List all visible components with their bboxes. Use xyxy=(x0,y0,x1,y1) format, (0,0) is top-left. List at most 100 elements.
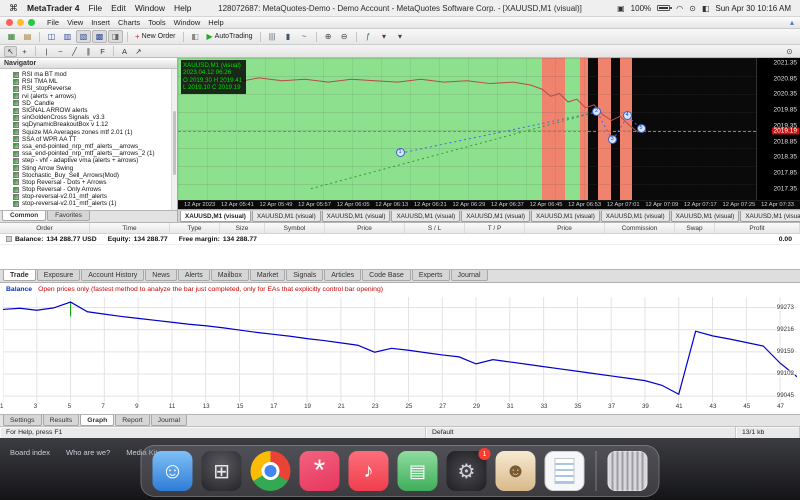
mt4-menu-insert[interactable]: Insert xyxy=(91,18,110,27)
terminal-tab-journal[interactable]: Journal xyxy=(451,270,488,281)
mac-menu-edit[interactable]: Edit xyxy=(111,3,126,13)
search-button[interactable]: ⊙ xyxy=(783,46,796,57)
dock-music[interactable]: ♪ xyxy=(349,451,389,491)
status-profile[interactable]: Default xyxy=(426,427,736,438)
chart-tab-xauusd-m1-visual[interactable]: XAUUSD,M1 (visual) xyxy=(322,211,391,222)
tester-tab-results[interactable]: Results xyxy=(43,415,80,426)
tester-tab-graph[interactable]: Graph xyxy=(80,415,114,426)
chart-tab-xauusd-m1-visual[interactable]: XAUUSD,M1 (visual) xyxy=(601,211,670,222)
tester-plot[interactable]: 9927399216991599910299045 xyxy=(3,297,797,402)
zoom-button[interactable] xyxy=(28,19,35,26)
strategy-tester-button[interactable]: ◨ xyxy=(108,30,123,43)
scrollbar-thumb[interactable] xyxy=(173,111,176,174)
trade-marker[interactable]: 3 xyxy=(608,135,617,144)
cursor-button[interactable]: ↖ xyxy=(4,46,17,57)
chart-tab-xauusd-m1-visual[interactable]: XAUUSD,M1 (visual) xyxy=(252,211,321,222)
spotlight-icon[interactable]: ⊙ xyxy=(689,4,696,13)
background-link-who-are-we[interactable]: Who are we? xyxy=(66,448,110,457)
close-button[interactable] xyxy=(6,19,13,26)
terminal-tab-account-history[interactable]: Account History xyxy=(81,270,144,281)
chart-tab-xauusd-m1-visual[interactable]: XAUUSD,M1 (visual) xyxy=(671,211,740,222)
navigator-item[interactable]: Sting Arrow Swing xyxy=(0,164,177,171)
chart-tab-xauusd-m1-visual[interactable]: XAUUSD,M1 (visual) xyxy=(391,211,460,222)
trade-marker[interactable]: 2 xyxy=(592,107,601,116)
data-window-button[interactable]: ▥ xyxy=(60,30,75,43)
input-menu-icon[interactable]: ▣ xyxy=(617,4,625,13)
dock-system-preferences[interactable]: ⚙1 xyxy=(447,451,487,491)
navigator-tab-favorites[interactable]: Favorites xyxy=(47,211,90,221)
trade-marker[interactable]: 5 xyxy=(637,124,646,133)
chart-tab-xauusd-m1-visual[interactable]: XAUUSD,M1 (visual) xyxy=(740,211,800,222)
navigator-item[interactable]: SSA of WPR AA TT xyxy=(0,136,177,143)
navigator-item[interactable]: stop-reversal-v2.01_mtf_alerts xyxy=(0,193,177,200)
terminal-tab-trade[interactable]: Trade xyxy=(3,270,36,281)
chart-tab-xauusd-m1-visual[interactable]: XAUUSD,M1 (visual) xyxy=(531,211,600,222)
text-button[interactable]: A xyxy=(118,46,131,57)
terminal-tab-market[interactable]: Market xyxy=(250,270,285,281)
dock-trash[interactable] xyxy=(608,451,648,491)
trade-marker[interactable]: 1 xyxy=(396,148,405,157)
crosshair-button[interactable]: + xyxy=(18,46,31,57)
zoom-out-button[interactable]: ⊖ xyxy=(337,30,352,43)
tester-tab-report[interactable]: Report xyxy=(115,415,149,426)
dock-document[interactable] xyxy=(545,451,585,491)
minimize-button[interactable] xyxy=(17,19,24,26)
terminal-tab-mailbox[interactable]: Mailbox xyxy=(211,270,249,281)
navigator-item[interactable]: SD_Candle xyxy=(0,100,177,107)
terminal-tab-experts[interactable]: Experts xyxy=(412,270,450,281)
mt4-menu-tools[interactable]: Tools xyxy=(148,18,166,27)
horizontal-line-button[interactable]: − xyxy=(54,46,67,57)
dock-contacts[interactable]: ☻ xyxy=(496,451,536,491)
chart-tab-xauusd-m1-visual[interactable]: XAUUSD,M1 (visual) xyxy=(180,211,251,222)
mac-clock[interactable]: Sun Apr 30 10:16 AM xyxy=(715,4,791,13)
apple-menu-icon[interactable]: ⌘ xyxy=(9,3,18,14)
navigator-item[interactable]: Stochastic_Buy_Sell_Arrows(Mod) xyxy=(0,172,177,179)
terminal-tab-exposure[interactable]: Exposure xyxy=(37,270,81,281)
autotrading-button[interactable]: ▶AutoTrading xyxy=(204,30,256,43)
navigator-item[interactable]: ssa_end-pointed_nrp_mtf_alerts__arrows_ xyxy=(0,143,177,150)
terminal-button[interactable]: ▩ xyxy=(92,30,107,43)
arrows-button[interactable]: ↗ xyxy=(132,46,145,57)
time-axis[interactable]: 12 Apr 202312 Apr 05:4112 Apr 05:4912 Ap… xyxy=(178,200,800,209)
mt4-menu-view[interactable]: View xyxy=(67,18,83,27)
navigator-item[interactable]: sinGoldenCross Signals_v3.3 xyxy=(0,114,177,121)
terminal-tab-articles[interactable]: Articles xyxy=(324,270,361,281)
indicators-button[interactable]: ƒ xyxy=(361,30,376,43)
mt4-menu-file[interactable]: File xyxy=(47,18,59,27)
navigator-item[interactable]: Squize MA Averages zones mtf 2.01 (1) xyxy=(0,129,177,136)
new-order-button[interactable]: +New Order xyxy=(132,30,179,43)
navigator-item[interactable]: RSI_stopReverse xyxy=(0,85,177,92)
navigator-item[interactable]: SIGNAL ARROW alerts xyxy=(0,107,177,114)
chart-bars-button[interactable]: ||| xyxy=(265,30,280,43)
chart-candles-button[interactable]: ▮ xyxy=(281,30,296,43)
metaeditor-button[interactable]: ◧ xyxy=(188,30,203,43)
terminal-tab-signals[interactable]: Signals xyxy=(286,270,323,281)
new-chart-button[interactable]: ▦ xyxy=(4,30,19,43)
navigator-tab-common[interactable]: Common xyxy=(2,211,46,221)
mac-menu-file[interactable]: File xyxy=(88,3,102,13)
fibonacci-button[interactable]: F xyxy=(96,46,109,57)
timeframes-button[interactable]: ▾ xyxy=(377,30,392,43)
dock-chrome[interactable] xyxy=(251,451,291,491)
navigator-item[interactable]: step - vhf - adaptive vma (alerts + arro… xyxy=(0,157,177,164)
dock-launchpad[interactable]: ⊞ xyxy=(202,451,242,491)
wifi-icon[interactable]: ◠ xyxy=(676,4,683,13)
mt4-menu-window[interactable]: Window xyxy=(174,18,201,27)
navigator-item[interactable]: Stop Reversal - Only Arrows xyxy=(0,186,177,193)
navigator-item[interactable]: sqDynamicBreakoutBox v 1.12 xyxy=(0,121,177,128)
tester-tab-journal[interactable]: Journal xyxy=(151,415,187,426)
chart-line-button[interactable]: ~ xyxy=(297,30,312,43)
profiles-button[interactable]: ▤ xyxy=(20,30,35,43)
mt4-menu-charts[interactable]: Charts xyxy=(118,18,140,27)
channel-button[interactable]: ∥ xyxy=(82,46,95,57)
terminal-tab-alerts[interactable]: Alerts xyxy=(178,270,210,281)
vertical-line-button[interactable]: | xyxy=(40,46,53,57)
panel-toggle-icon[interactable]: ▴ xyxy=(790,18,794,27)
navigator-item[interactable]: stop-reversal-v2.01_mtf_alerts (1) xyxy=(0,200,177,207)
navigator-item[interactable]: rvi (alerts + arrows) xyxy=(0,93,177,100)
market-watch-button[interactable]: ◫ xyxy=(44,30,59,43)
mac-menu-window[interactable]: Window xyxy=(135,3,165,13)
navigator-item[interactable]: Stop Reversal - Dots + Arrows xyxy=(0,179,177,186)
navigator-item[interactable]: RSI TMA ML xyxy=(0,78,177,85)
price-axis[interactable]: 2021.352020.852020.352019.852019.352018.… xyxy=(756,58,800,200)
